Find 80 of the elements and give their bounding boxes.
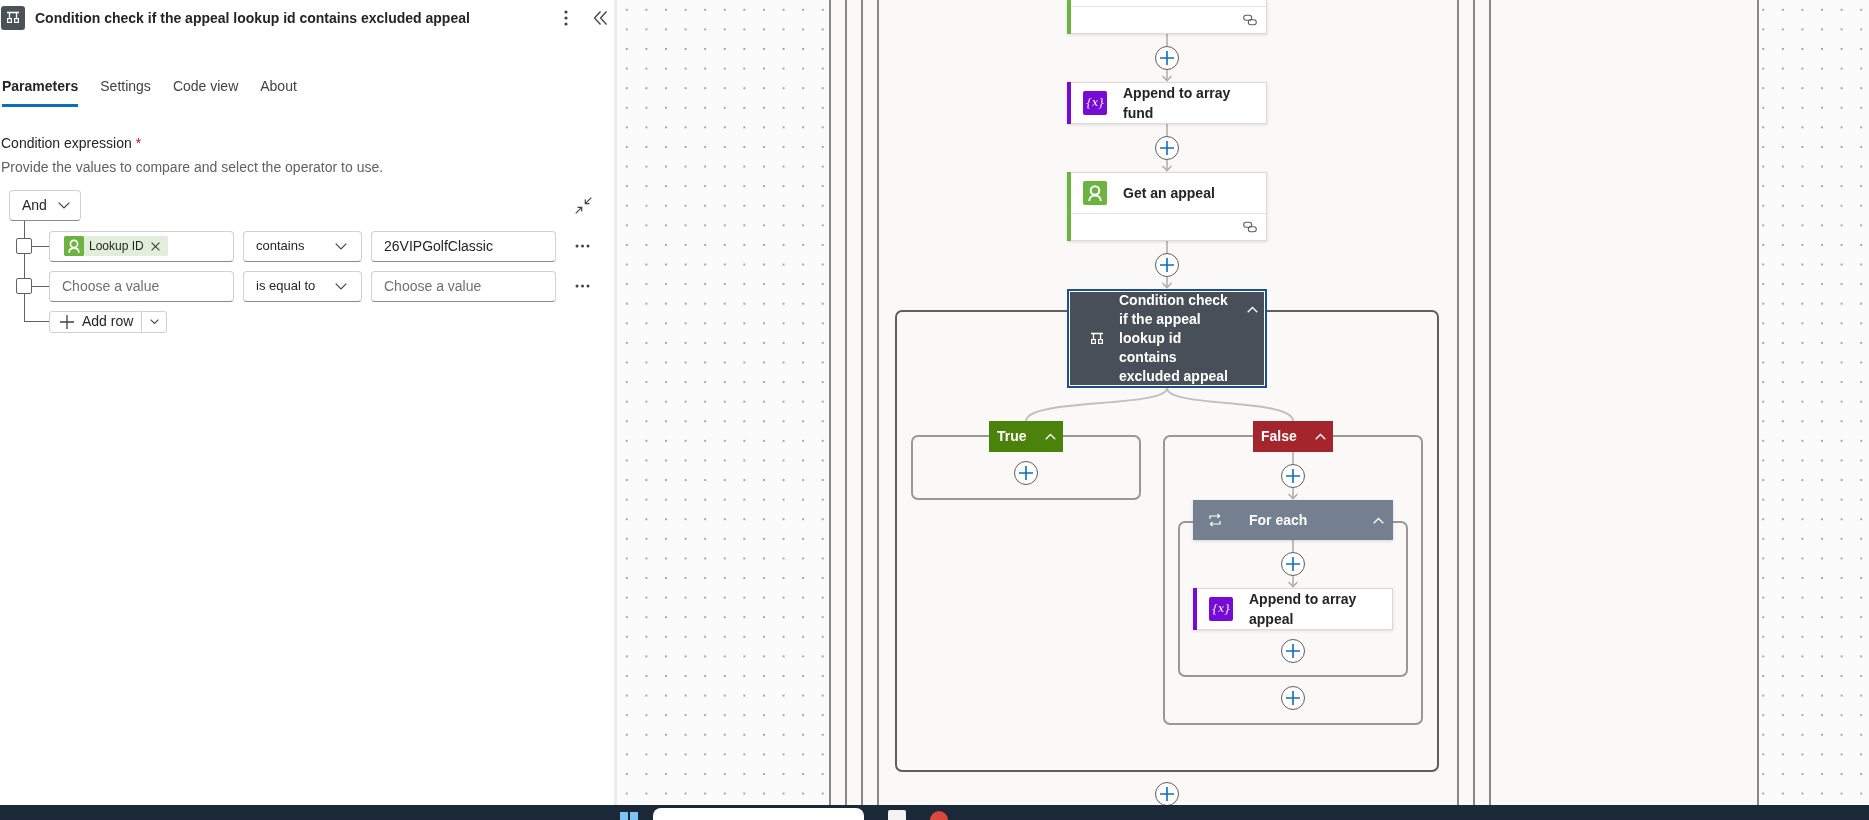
condition-title: Condition check if the appeal lookup id contains excluded appeal [1119, 291, 1229, 386]
operator-dropdown[interactable]: contains [243, 230, 362, 262]
app-icon[interactable] [930, 811, 948, 820]
connector-arrow [1161, 159, 1173, 172]
action-card[interactable] [1067, 0, 1267, 34]
connector-arrow [1161, 69, 1173, 82]
action-card[interactable]: Get an appeal [1067, 172, 1267, 241]
person-icon [64, 236, 84, 256]
search-field[interactable] [653, 808, 864, 820]
chevron-down-icon [335, 242, 347, 250]
value-field[interactable]: 26VIPGolfClassic [371, 230, 556, 262]
loop-title: For each [1249, 510, 1308, 530]
grid-icon[interactable] [620, 810, 638, 820]
double-chevron-left-icon[interactable] [593, 11, 608, 25]
condition-card[interactable]: Condition check if the appeal lookup id contains excluded appeal [1067, 289, 1267, 388]
person-icon [1083, 181, 1107, 205]
connector-line [1292, 451, 1294, 465]
branch-icon [1089, 330, 1105, 347]
action-title: Append to array fund [1123, 84, 1232, 123]
branch-header[interactable]: True [989, 421, 1063, 452]
plus-icon [1160, 141, 1174, 155]
variable-icon: {x} [1083, 91, 1107, 115]
link-icon [1243, 221, 1257, 233]
group-operator-dropdown[interactable]: And [9, 190, 81, 221]
tab[interactable]: Parameters [2, 76, 79, 107]
operator-dropdown[interactable]: is equal to [243, 270, 362, 302]
collapse-arrows-icon[interactable] [575, 197, 592, 214]
branch-label: True [997, 427, 1027, 446]
loop-card[interactable]: For each [1193, 500, 1393, 540]
connector-line [1166, 240, 1168, 254]
variable-icon: {x} [1209, 597, 1233, 621]
chevron-down-icon [335, 282, 347, 290]
add-row-button[interactable]: Add row [49, 310, 143, 333]
field-label: Condition expression [1, 134, 132, 153]
chevron-up-icon[interactable] [1247, 306, 1258, 313]
link-icon [1243, 14, 1257, 26]
chevron-up-icon[interactable] [1373, 516, 1384, 524]
chevron-down-icon [149, 319, 159, 324]
row-checkbox[interactable] [16, 278, 32, 294]
plus-icon [60, 314, 74, 329]
token-chip[interactable]: Lookup ID [64, 236, 168, 256]
connector-line [1166, 33, 1168, 47]
action-title: Append to array appeal [1249, 590, 1358, 629]
value-field[interactable]: Choose a value [49, 270, 234, 302]
plus-icon [1160, 787, 1174, 801]
connector-line [1166, 123, 1168, 137]
token-label: Lookup ID [89, 238, 144, 255]
plus-icon [1286, 557, 1300, 571]
close-icon[interactable] [150, 241, 160, 251]
chevron-down-icon [58, 202, 70, 209]
more-horizontal-icon[interactable] [575, 284, 590, 288]
action-title: Get an appeal [1123, 184, 1216, 203]
tab[interactable]: Settings [100, 76, 151, 107]
action-card[interactable]: {x} Append to array fund [1067, 82, 1267, 124]
plus-icon [1286, 469, 1300, 483]
plus-icon [1019, 466, 1033, 480]
value-field[interactable]: Choose a value [371, 270, 556, 302]
chevron-up-icon[interactable] [1044, 433, 1056, 440]
panel-title: Condition check if the appeal lookup id contains excluded appeal [35, 9, 470, 28]
loop-icon [1207, 513, 1223, 527]
row-checkbox[interactable] [16, 238, 32, 254]
more-horizontal-icon[interactable] [575, 244, 590, 248]
tab[interactable]: About [260, 76, 297, 107]
connector-arrow [1287, 487, 1299, 500]
plus-icon [1160, 51, 1174, 65]
branch-header[interactable]: False [1253, 421, 1333, 452]
hint-text: Provide the values to compare and select the operator to use. [1, 158, 385, 177]
plus-icon [1286, 691, 1300, 705]
more-vertical-icon[interactable] [564, 10, 568, 26]
connector-arrow [1161, 276, 1173, 289]
value-field[interactable]: Lookup ID [49, 230, 234, 262]
plus-icon [1286, 644, 1300, 658]
connector-arrow [1287, 575, 1299, 588]
required-mark: * [135, 134, 142, 153]
action-card[interactable]: {x} Append to array appeal [1193, 588, 1393, 630]
branch-label: False [1261, 427, 1297, 446]
chevron-up-icon[interactable] [1314, 433, 1326, 440]
plus-icon [1160, 258, 1174, 272]
tab[interactable]: Code view [172, 76, 239, 107]
connector-line [1292, 539, 1294, 553]
